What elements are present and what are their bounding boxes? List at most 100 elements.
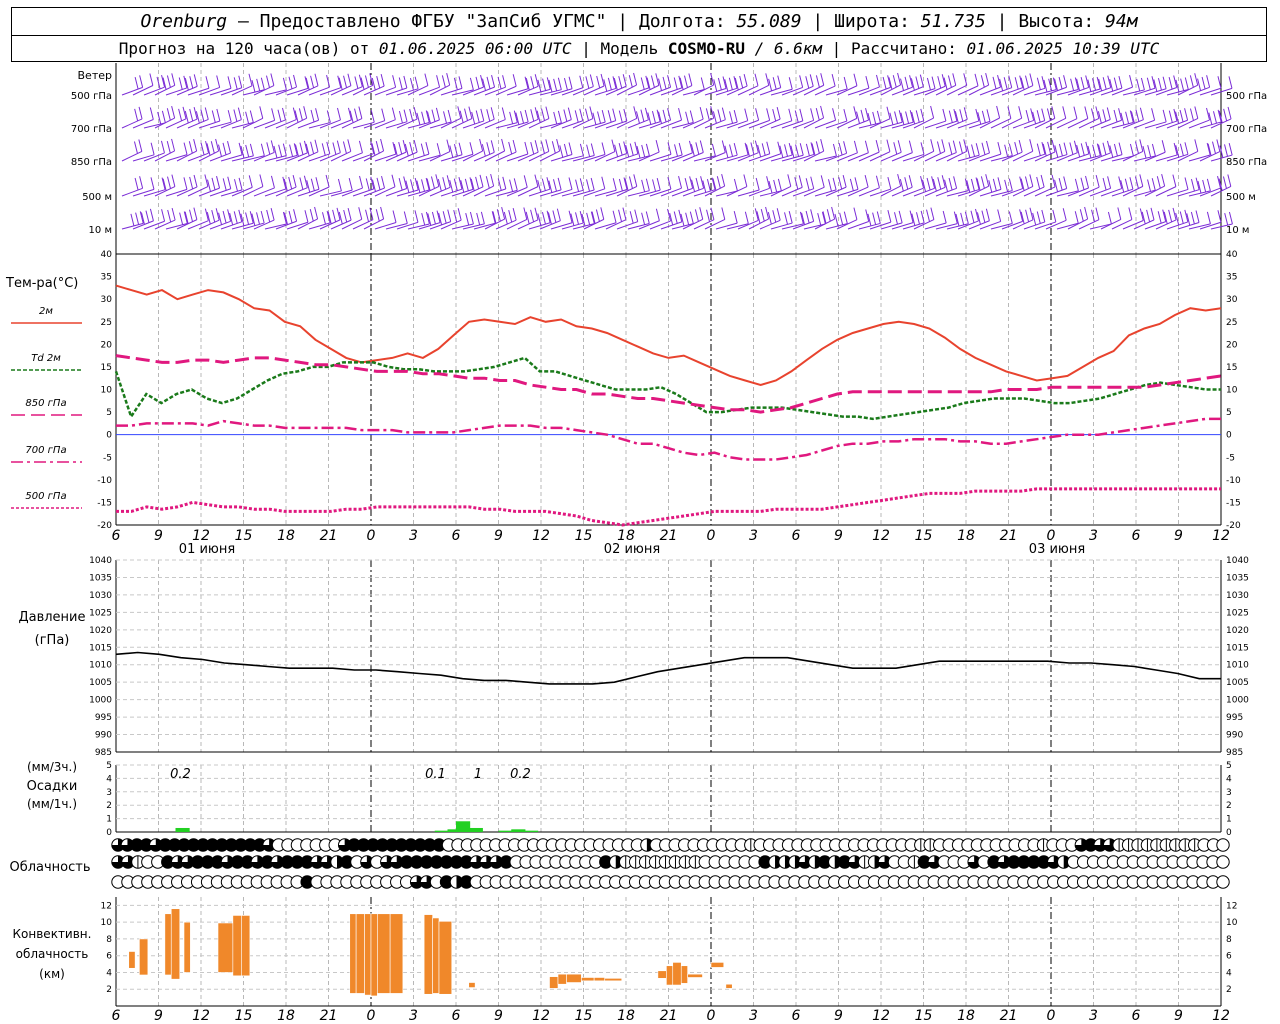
wind-barb-feather [376,75,381,89]
wind-barb-shaft [1100,87,1123,96]
wind-barb-feather [651,111,656,124]
wind-barb-feather [754,73,759,86]
wind-barb-feather [1189,75,1194,88]
wind-barb-feather [1189,108,1194,121]
wind-barb-feather [502,176,507,189]
convective-y-tick-left: 10 [101,918,113,928]
wind-barb-feather [897,140,902,153]
wind-barb-shaft [330,119,352,129]
wind-barb-shaft [429,186,451,197]
wind-barb-feather [733,143,738,156]
wind-barb-feather [618,143,623,156]
wind-barb-feather [1151,178,1156,191]
wind-barb-feather [607,110,612,123]
temp-y-tick-right: -15 [1226,498,1241,508]
wind-barb-feather [480,211,485,224]
temp-y-tick-left: 40 [101,250,113,260]
convective-bar [370,913,378,997]
precip-bar [524,830,539,832]
wind-barb-shaft [1133,219,1155,230]
wind-barb-feather [457,208,462,221]
wind-barb-feather [337,178,342,192]
wind-barb-feather [442,211,447,224]
wind-barb-feather [486,76,491,89]
wind-barb-feather [259,174,264,187]
wind-barb-shaft [297,151,319,162]
temp-x-tick-label: 6 [792,528,801,544]
wind-barb-feather [1118,142,1123,155]
wind-barb-feather [959,109,964,122]
wind-barb-feather [354,108,358,121]
wind-barb-feather [398,141,403,155]
wind-barb-feather [1146,77,1151,90]
wind-barb-feather [784,212,789,225]
wind-barb-feather [260,210,265,224]
conv-x-tick-label: 15 [915,1008,933,1024]
wind-barb-shaft [550,154,573,162]
wind-barb-feather [777,75,782,88]
wind-barb-feather [889,112,894,125]
wind-barb-feather [1168,209,1173,223]
wind-barb-feather [575,179,580,192]
convective-y-tick-left: 2 [106,985,112,995]
wind-barb-shaft [781,120,803,129]
wind-barb-feather [612,210,617,223]
wind-barb-feather [1029,73,1034,86]
wind-barb-shaft [363,85,385,96]
wind-barb-feather [567,107,572,120]
wind-barb-feather [662,76,667,90]
temp-x-tick-label: 12 [532,528,550,544]
wind-barb-feather [288,210,293,224]
wind-barb-feather [952,140,957,153]
wind-barb-feather [612,108,617,121]
wind-barb-feather [776,208,781,221]
wind-barb-feather [843,211,848,224]
wind-barb-shaft [429,221,451,230]
wind-barb-feather [227,110,232,123]
precip-bar [511,829,526,832]
temp-y-tick-left: 15 [101,363,112,373]
wind-barb-feather [772,108,777,122]
wind-barb-feather [798,175,803,188]
conv-x-tick-label: 12 [532,1008,550,1024]
wind-barb-feather [376,177,381,190]
wind-barb-feather [628,75,633,88]
temp-y-tick-left: -10 [97,476,112,486]
wind-barb-feather [1136,78,1141,92]
wind-barb-feather [733,178,738,192]
wind-barb-shaft [187,118,209,129]
wind-barb-feather [586,212,591,225]
wind-barb-shaft [462,223,485,230]
temp-legend-label-t2m: 2м [39,306,53,317]
wind-barb-shaft [715,222,738,230]
wind-barb-feather [1084,206,1089,220]
wind-barb-feather [469,142,474,155]
wind-barb-feather [520,111,524,124]
wind-barb-feather [766,141,771,154]
wind-barb-feather [347,73,352,86]
wind-barb-feather [843,108,848,122]
wind-barb-feather [1184,77,1189,90]
wind-barb-feather [985,174,990,187]
wind-barb-shaft [880,222,903,230]
wind-title: Ветер [78,69,112,82]
wind-barb-feather [425,142,430,155]
wind-barb-feather [502,75,507,88]
temp-y-tick-right: -20 [1226,521,1241,531]
wind-barb-feather [541,108,545,121]
wind-barb-feather [1129,143,1134,157]
conv-x-tick-label: 0 [1047,1008,1056,1024]
wind-barb-feather [1223,108,1228,122]
wind-barb-feather [135,212,140,225]
temp-x-tick-label: 0 [367,528,376,544]
wind-barb-shaft [121,86,143,96]
temp-x-tick-label: 6 [452,528,461,544]
cloud-panel: Облачность [9,838,1230,889]
wind-barb-feather [568,177,573,190]
convective-bar [680,965,688,984]
wind-barb-feather [359,175,363,189]
wind-barb-feather [607,77,612,90]
convective-bar [164,913,172,976]
temp-x-tick-label: 3 [1089,528,1098,544]
wind-barb-shaft [484,188,506,197]
